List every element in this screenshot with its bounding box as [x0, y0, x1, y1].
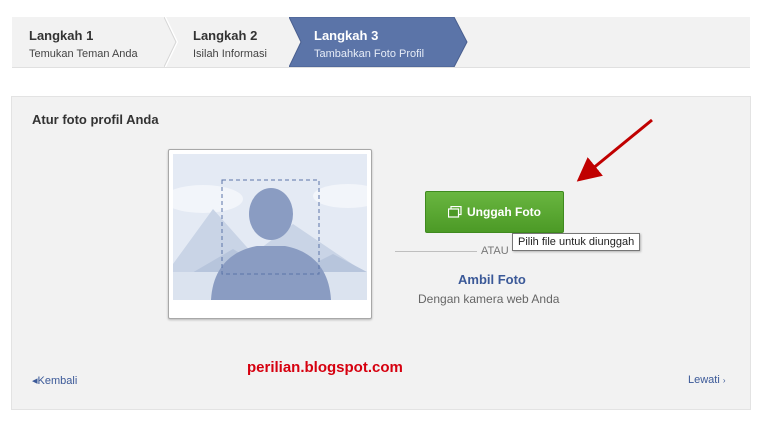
step-1-title: Langkah 1 — [29, 28, 94, 43]
step-2: Langkah 2 Isilah Informasi — [172, 17, 292, 67]
step-1: Langkah 1 Temukan Teman Anda — [12, 17, 172, 67]
profile-photo-placeholder — [168, 149, 372, 319]
red-arrow-annotation — [576, 118, 653, 182]
back-label: Kembali — [37, 375, 78, 387]
or-divider — [395, 251, 477, 252]
back-link[interactable]: ◂Kembali — [32, 374, 77, 387]
panel-title: Atur foto profil Anda — [32, 112, 159, 127]
chevron-right-icon: › — [722, 376, 726, 385]
upload-tooltip: Pilih file untuk diunggah — [512, 233, 641, 251]
skip-label: Lewati — [688, 374, 720, 386]
step-3-subtitle: Tambahkan Foto Profil — [314, 48, 425, 60]
upload-photo-label: Unggah Foto — [467, 205, 541, 219]
skip-link[interactable]: Lewati › — [688, 374, 726, 386]
progress-steps: Langkah 1 Temukan Teman Anda Langkah 2 I… — [12, 17, 750, 68]
silhouette-placeholder-icon — [173, 154, 367, 300]
upload-photo-button[interactable]: Unggah Foto — [425, 191, 564, 233]
step-3-active: Langkah 3 Tambahkan Foto Profil — [289, 17, 469, 67]
take-photo-link[interactable]: Ambil Foto — [458, 272, 526, 287]
photos-icon — [447, 205, 462, 218]
step-1-subtitle: Temukan Teman Anda — [29, 48, 138, 60]
webcam-caption: Dengan kamera web Anda — [418, 292, 560, 306]
watermark-text: perilian.blogspot.com — [247, 359, 403, 376]
step-3-title: Langkah 3 — [314, 28, 379, 43]
step-2-title: Langkah 2 — [193, 28, 258, 43]
step-2-subtitle: Isilah Informasi — [193, 48, 267, 60]
or-label: ATAU — [481, 245, 509, 257]
